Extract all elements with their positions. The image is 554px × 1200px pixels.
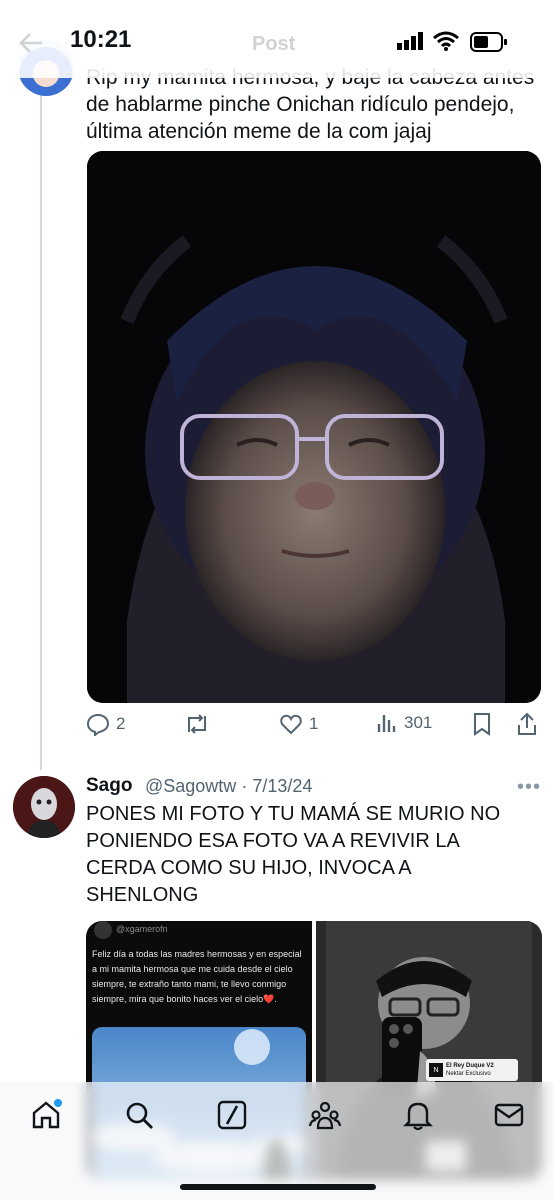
tweet-actions: 2 1 301 — [86, 712, 542, 744]
like-count: 1 — [309, 714, 319, 733]
bottom-nav — [0, 1082, 554, 1200]
tweet-line: SHENLONG — [86, 884, 199, 906]
views-count: 301 — [404, 713, 433, 732]
embedded-handle: @xgamerofn — [116, 924, 168, 934]
embedded-avatar — [94, 921, 112, 939]
thread-line — [40, 80, 42, 770]
grok-icon[interactable] — [215, 1098, 249, 1132]
user-handle[interactable]: @Sagowtw · 7/13/24 — [145, 776, 312, 797]
notifications-icon[interactable] — [401, 1098, 435, 1132]
media-badge: N El Rey Duque V2 Nektar Exclusivo — [426, 1059, 518, 1081]
home-indicator — [180, 1184, 376, 1190]
more-options-icon[interactable]: ••• — [517, 776, 541, 799]
reply-button[interactable]: 2 — [86, 712, 125, 736]
battery-icon — [470, 32, 508, 57]
tweet-line: de hablarme pinche Onichan ridículo pend… — [86, 93, 515, 116]
badge-subtitle: Nektar Exclusivo — [446, 1071, 491, 1077]
home-icon[interactable] — [29, 1098, 63, 1132]
tweet-line: CERDA COMO SU HIJO, INVOCA A — [86, 857, 412, 879]
communities-icon[interactable] — [308, 1098, 342, 1132]
bookmark-button[interactable] — [472, 712, 492, 736]
avatar[interactable] — [13, 776, 75, 838]
tweet-text: PONES MI FOTO Y TU MAMÁ SE MURIO NO PONI… — [86, 801, 526, 909]
tweet-line: PONES MI FOTO Y TU MAMÁ SE MURIO NO — [86, 803, 501, 825]
tweet-image[interactable] — [87, 151, 541, 703]
badge-title: El Rey Duque V2 — [446, 1063, 494, 1069]
display-name[interactable]: Sago — [86, 775, 132, 797]
bookmark-icon — [474, 713, 490, 736]
wifi-icon — [432, 30, 460, 57]
signal-icon — [397, 32, 425, 55]
search-icon[interactable] — [122, 1098, 156, 1132]
status-time: 10:21 — [70, 26, 132, 53]
embedded-text: Feliz día a todas las madres hermosas y … — [92, 949, 302, 1004]
tweet-line: última atención meme de la com jajaj — [86, 120, 432, 143]
repost-icon — [188, 714, 206, 734]
share-button[interactable] — [516, 712, 538, 736]
page-title: Post — [252, 33, 296, 55]
share-icon — [518, 712, 536, 735]
like-button[interactable]: 1 — [279, 712, 318, 736]
messages-icon[interactable] — [492, 1098, 526, 1132]
tweet-line: PONIENDO ESA FOTO VA A REVIVIR LA — [86, 830, 460, 852]
badge-logo-icon: N — [429, 1063, 443, 1077]
tweet-date: · 7/13/24 — [241, 776, 313, 796]
reply-count: 2 — [116, 714, 126, 733]
views-button[interactable]: 301 — [376, 712, 432, 734]
handle-text: @Sagowtw — [145, 776, 237, 796]
repost-button[interactable] — [184, 712, 216, 736]
back-arrow-icon[interactable] — [18, 32, 44, 59]
heart-icon — [280, 714, 302, 735]
views-icon — [377, 715, 396, 732]
reply-icon — [86, 713, 110, 736]
